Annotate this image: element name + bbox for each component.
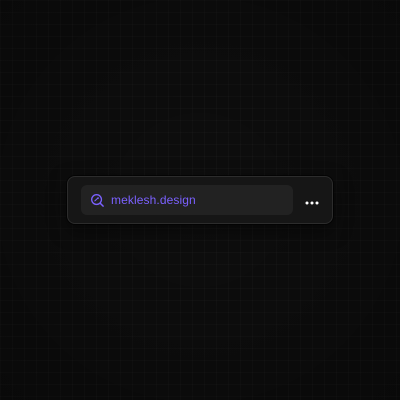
more-horizontal-icon — [305, 192, 319, 210]
address-field[interactable]: meklesh.design — [81, 185, 293, 215]
more-options-button[interactable] — [300, 189, 324, 213]
address-text: meklesh.design — [111, 193, 196, 207]
search-icon — [89, 192, 105, 208]
url-bar: meklesh.design — [67, 176, 333, 224]
